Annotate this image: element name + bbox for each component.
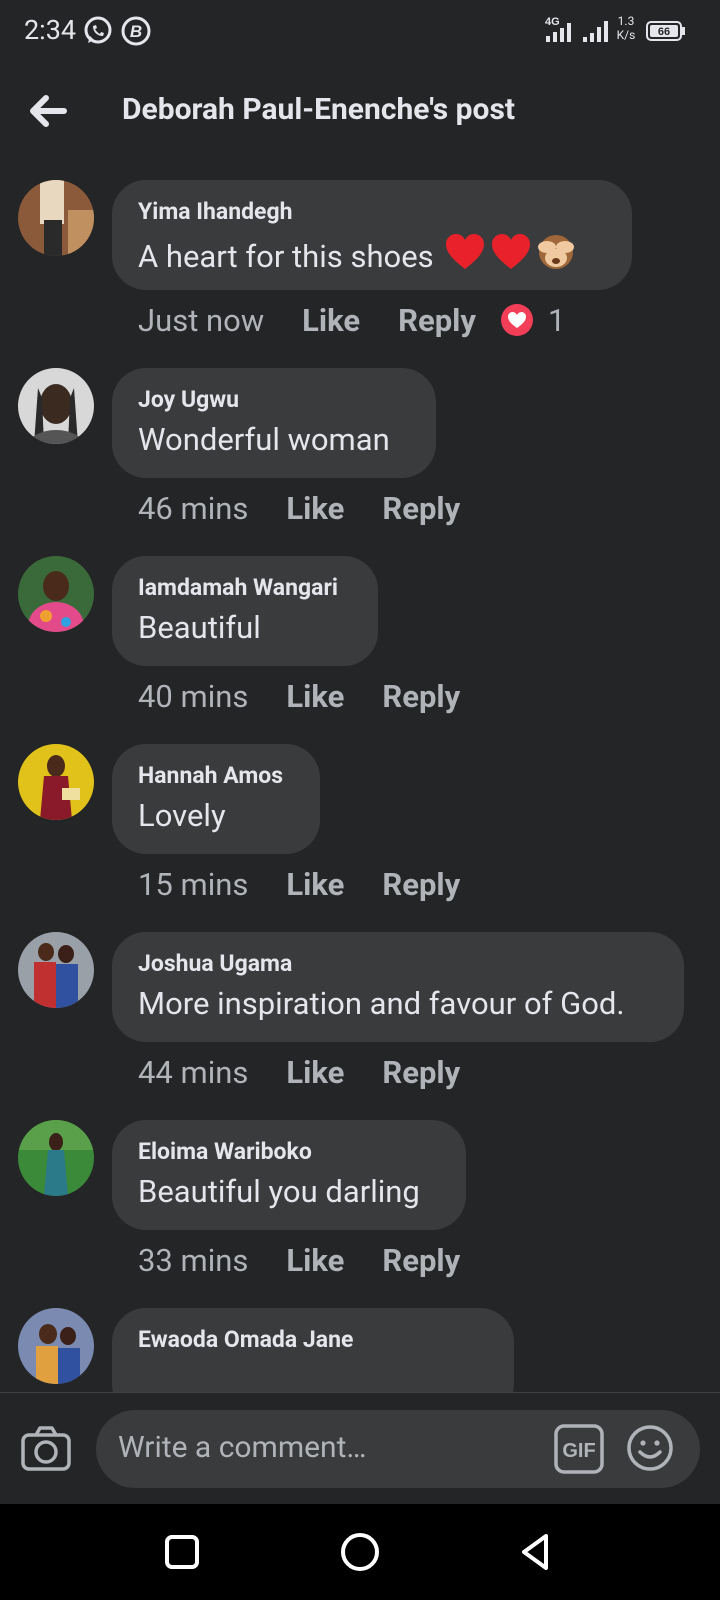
reply-button[interactable]: Reply <box>382 1242 460 1279</box>
comment-author[interactable]: Iamdamah Wangari <box>138 574 352 602</box>
avatar[interactable] <box>18 556 94 632</box>
comment-placeholder: Write a comment… <box>118 1430 367 1465</box>
comment-meta: 15 mins Like Reply <box>138 862 460 906</box>
comment-text: Wonderful woman <box>138 421 390 458</box>
comment-text: Lovely <box>138 797 226 834</box>
comment-bubble[interactable]: Joy Ugwu Wonderful woman <box>112 368 436 478</box>
avatar[interactable] <box>18 1120 94 1196</box>
love-reaction-icon <box>500 304 533 336</box>
reply-button[interactable]: Reply <box>382 866 460 903</box>
like-button[interactable]: Like <box>286 1242 344 1279</box>
comment-text: A heart for this shoes <box>138 232 606 282</box>
reply-button[interactable]: Reply <box>382 678 460 715</box>
comment-bubble[interactable]: Joshua Ugama More inspiration and favour… <box>112 932 684 1042</box>
comment-text: Beautiful <box>138 609 261 646</box>
like-button[interactable]: Like <box>302 302 360 339</box>
gif-button[interactable]: GIF <box>554 1424 604 1474</box>
like-button[interactable]: Like <box>286 678 344 715</box>
comment-time: 33 mins <box>138 1241 249 1279</box>
like-button[interactable]: Like <box>286 1054 344 1091</box>
comment-composer: Write a comment… GIF <box>0 1392 720 1505</box>
comment-bubble[interactable]: Hannah Amos Lovely <box>112 744 320 854</box>
square-icon <box>165 1535 199 1569</box>
triangle-back-icon <box>522 1534 548 1570</box>
comment-author[interactable]: Ewaoda Omada Jane <box>138 1326 488 1354</box>
system-nav-bar <box>0 1504 720 1600</box>
comment-list: Yima Ihandegh A heart for this shoes Jus… <box>0 0 720 1392</box>
comment-text: Beautiful you darling <box>138 1173 420 1210</box>
see-no-evil-monkey-icon <box>536 232 576 282</box>
comment-time: 40 mins <box>138 677 249 715</box>
gif-icon: GIF <box>554 1424 604 1474</box>
comment-meta: 44 mins Like Reply <box>138 1050 460 1094</box>
comment-meta: 46 mins Like Reply <box>138 486 460 530</box>
svg-text:GIF: GIF <box>562 1440 595 1462</box>
back-nav-button[interactable] <box>514 1530 558 1574</box>
comment-bubble[interactable]: Iamdamah Wangari Beautiful <box>112 556 378 666</box>
recents-button[interactable] <box>160 1530 204 1574</box>
reply-button[interactable]: Reply <box>382 1054 460 1091</box>
reply-button[interactable]: Reply <box>398 302 476 339</box>
camera-button[interactable] <box>20 1423 72 1475</box>
smiley-icon <box>627 1425 673 1471</box>
red-heart-icon <box>490 233 532 281</box>
comment-meta: Just now Like Reply 1 <box>138 298 565 342</box>
comment-time: 46 mins <box>138 489 249 527</box>
comment-input[interactable]: Write a comment… GIF <box>96 1410 700 1488</box>
comment-author[interactable]: Joy Ugwu <box>138 386 410 414</box>
comment-author[interactable]: Joshua Ugama <box>138 950 658 978</box>
avatar[interactable] <box>18 744 94 820</box>
avatar[interactable] <box>18 932 94 1008</box>
avatar[interactable] <box>18 368 94 444</box>
camera-icon <box>21 1426 71 1471</box>
comment-text: More inspiration and favour of God. <box>138 985 625 1022</box>
comment-time: 15 mins <box>138 865 249 903</box>
comment-bubble[interactable]: Eloima Wariboko Beautiful you darling <box>112 1120 466 1230</box>
comment-meta: 40 mins Like Reply <box>138 674 460 718</box>
comment-time: Just now <box>138 301 265 339</box>
home-button[interactable] <box>338 1530 382 1574</box>
comment-bubble[interactable]: Yima Ihandegh A heart for this shoes <box>112 180 632 290</box>
reply-button[interactable]: Reply <box>382 490 460 527</box>
like-button[interactable]: Like <box>286 490 344 527</box>
avatar[interactable] <box>18 1308 94 1384</box>
circle-icon <box>341 1533 379 1571</box>
comment-bubble[interactable]: Ewaoda Omada Jane <box>112 1308 514 1392</box>
comment-meta: 33 mins Like Reply <box>138 1238 460 1282</box>
red-heart-icon <box>444 233 486 281</box>
reaction-count: 1 <box>547 301 566 339</box>
reaction-summary[interactable]: 1 <box>500 302 565 339</box>
avatar[interactable] <box>18 180 94 256</box>
comment-author[interactable]: Eloima Wariboko <box>138 1138 440 1166</box>
like-button[interactable]: Like <box>286 866 344 903</box>
comment-author[interactable]: Yima Ihandegh <box>138 198 606 226</box>
comment-author[interactable]: Hannah Amos <box>138 762 294 790</box>
emoji-button[interactable] <box>626 1424 674 1472</box>
comment-time: 44 mins <box>138 1053 249 1091</box>
